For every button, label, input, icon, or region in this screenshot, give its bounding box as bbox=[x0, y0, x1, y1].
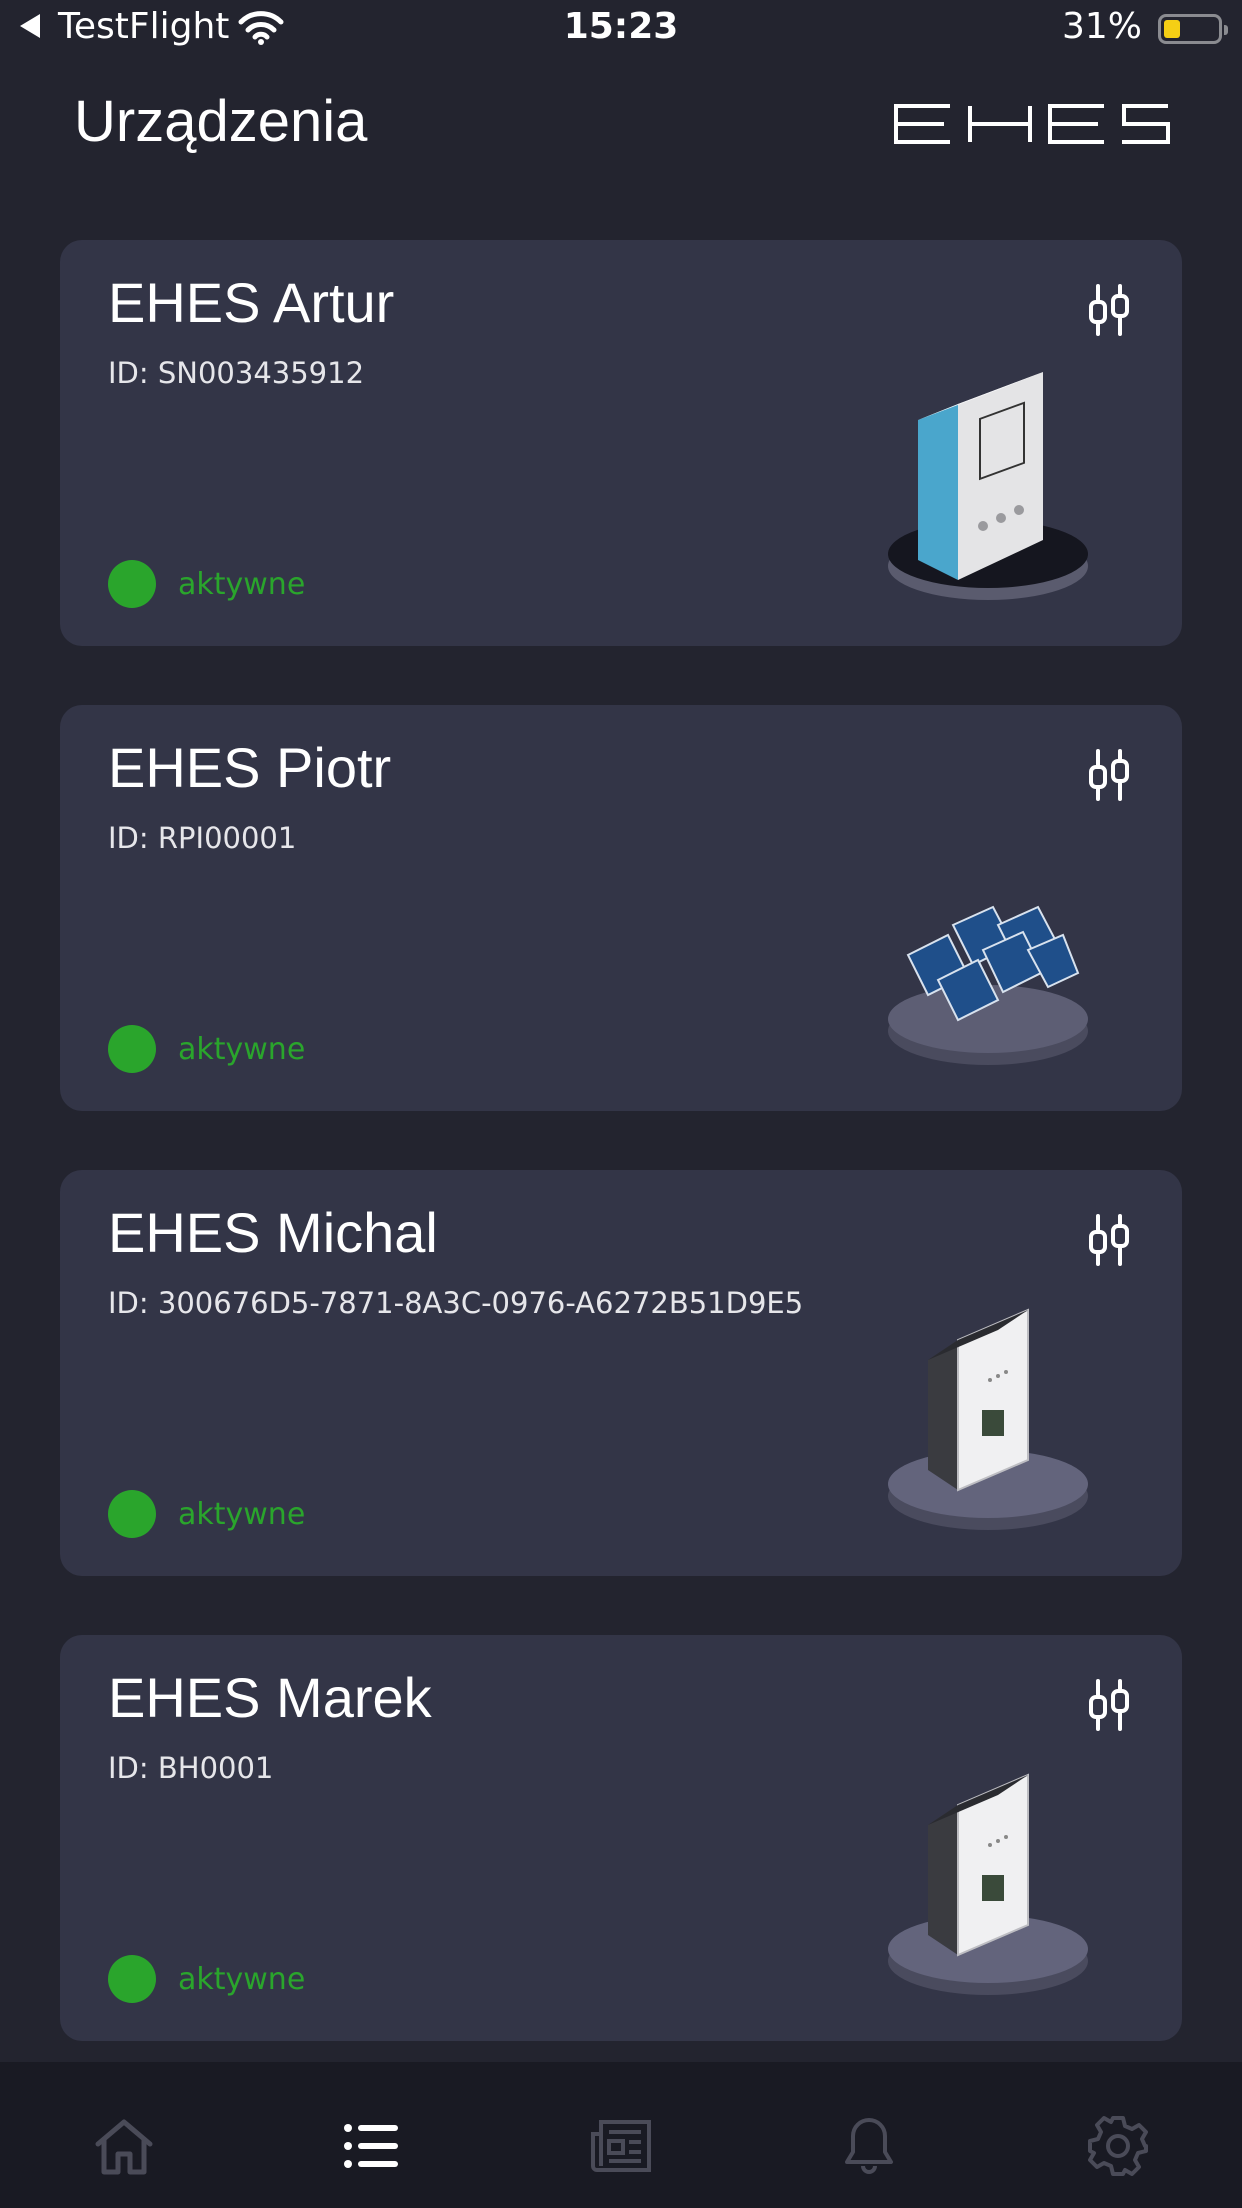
wall-inverter-icon bbox=[888, 1308, 1088, 1530]
tab-devices[interactable] bbox=[248, 2062, 496, 2208]
device-card[interactable]: EHES Michal ID: 300676D5-7871-8A3C-0976-… bbox=[60, 1170, 1182, 1576]
clock: 15:23 bbox=[563, 6, 679, 47]
wall-inverter-icon bbox=[888, 1773, 1088, 1995]
device-id: ID: 300676D5-7871-8A3C-0976-A6272B51D9E5 bbox=[108, 1286, 804, 1320]
page-title: Urządzenia bbox=[74, 89, 368, 154]
home-icon bbox=[95, 2119, 153, 2175]
device-name: EHES Artur bbox=[108, 271, 395, 334]
status-dot bbox=[108, 1955, 156, 2003]
tab-news[interactable] bbox=[497, 2062, 745, 2208]
battery-icon bbox=[1158, 14, 1228, 44]
device-card[interactable]: EHES Artur ID: SN003435912 aktywne bbox=[60, 240, 1182, 646]
device-settings-icon[interactable] bbox=[1086, 284, 1132, 336]
device-id: ID: BH0001 bbox=[108, 1751, 274, 1785]
status-label: aktywne bbox=[178, 1032, 306, 1067]
status-label: aktywne bbox=[178, 567, 306, 602]
battery-percent: 31% bbox=[1061, 6, 1142, 47]
device-name: EHES Michal bbox=[108, 1201, 438, 1264]
tab-notifications[interactable] bbox=[745, 2062, 993, 2208]
status-dot bbox=[108, 1490, 156, 1538]
ehes-logo bbox=[894, 104, 1170, 144]
tab-home[interactable] bbox=[0, 2062, 248, 2208]
device-id: ID: RPI00001 bbox=[108, 821, 297, 855]
device-card[interactable]: EHES Piotr ID: RPI00001 aktywne bbox=[60, 705, 1182, 1111]
status-dot bbox=[108, 1025, 156, 1073]
device-id: ID: SN003435912 bbox=[108, 356, 365, 390]
status-dot bbox=[108, 560, 156, 608]
news-icon bbox=[591, 2120, 651, 2172]
battery-level bbox=[1164, 20, 1180, 38]
inverter-box-icon bbox=[888, 372, 1088, 600]
gear-icon bbox=[1088, 2116, 1148, 2176]
device-card[interactable]: EHES Marek ID: BH0001 aktywne bbox=[60, 1635, 1182, 2041]
status-bar: TestFlight 15:23 31% bbox=[0, 0, 1242, 62]
tab-settings[interactable] bbox=[994, 2062, 1242, 2208]
status-label: aktywne bbox=[178, 1497, 306, 1532]
solar-panels-icon bbox=[888, 905, 1088, 1065]
device-name: EHES Marek bbox=[108, 1666, 432, 1729]
list-icon bbox=[344, 2124, 398, 2168]
status-label: aktywne bbox=[178, 1962, 306, 1997]
tab-bar bbox=[0, 2062, 1242, 2208]
device-name: EHES Piotr bbox=[108, 736, 392, 799]
device-settings-icon[interactable] bbox=[1086, 1679, 1132, 1731]
device-settings-icon[interactable] bbox=[1086, 749, 1132, 801]
bell-icon bbox=[845, 2118, 893, 2174]
device-settings-icon[interactable] bbox=[1086, 1214, 1132, 1266]
